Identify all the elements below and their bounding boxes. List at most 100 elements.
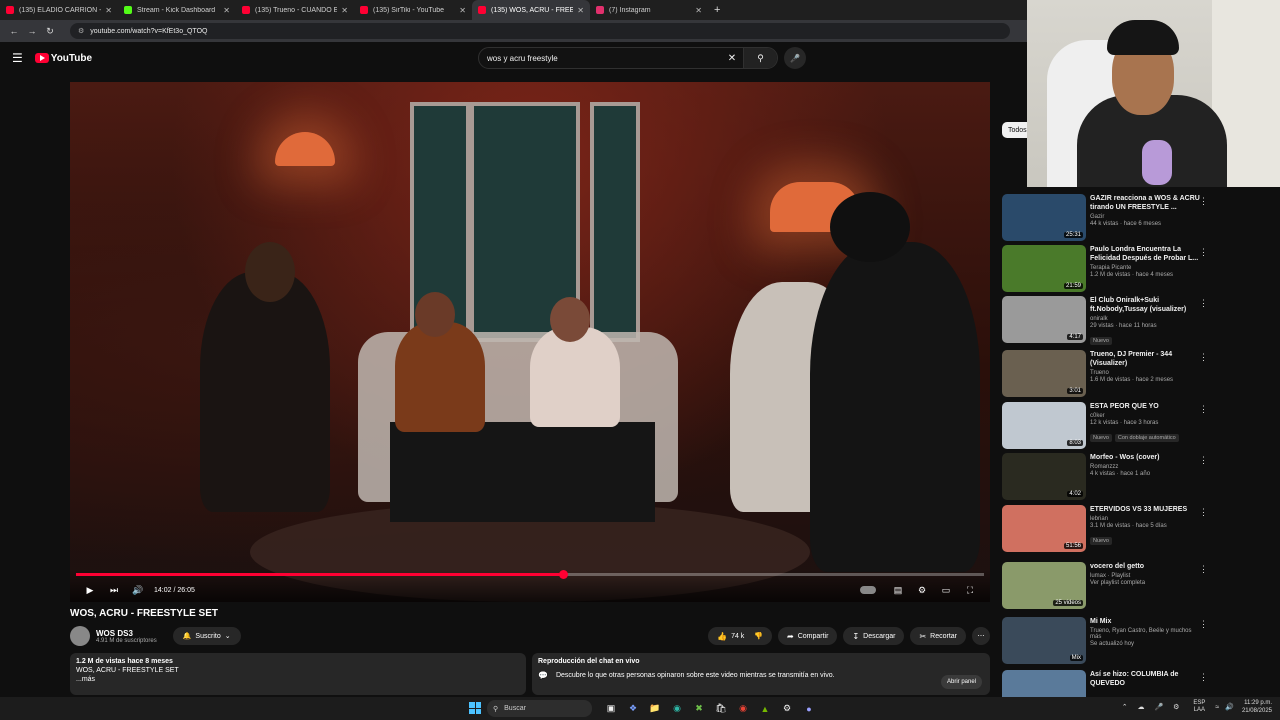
next-icon[interactable]: ⏭ (102, 585, 126, 596)
video-title[interactable]: Así se hizo: COLUMBIA de QUEVEDO (1090, 670, 1200, 688)
video-thumbnail[interactable]: 25:31 (1002, 194, 1086, 241)
more-options-icon[interactable]: ⋮ (1199, 352, 1208, 363)
recommended-video[interactable]: 4:02 Morfeo - Wos (cover) Romanzzz 4 k vist… (1002, 453, 1272, 503)
video-thumbnail[interactable]: 51:56 (1002, 505, 1086, 552)
video-channel[interactable]: Romanzzz (1090, 464, 1200, 470)
tab-close-icon[interactable]: ✕ (695, 6, 702, 15)
browser-tab[interactable]: (135) WOS, ACRU - FREESTYLE✕ (472, 0, 590, 20)
search-button[interactable]: ⚲ (743, 48, 777, 68)
video-channel[interactable]: c0ker (1090, 413, 1200, 419)
video-thumbnail[interactable]: 3:01 (1002, 350, 1086, 397)
edge-icon[interactable]: ◉ (666, 700, 688, 717)
more-options-icon[interactable]: ⋮ (1199, 507, 1208, 518)
search-input[interactable]: wos y acru freestyle (487, 54, 721, 63)
video-title[interactable]: GAZIR reacciona a WOS & ACRU tirando UN … (1090, 194, 1200, 212)
video-title[interactable]: Morfeo - Wos (cover) (1090, 453, 1200, 462)
recommended-video[interactable]: 3:01 Trueno, DJ Premier - 344 (Visualizer… (1002, 350, 1272, 400)
browser-tab[interactable]: (7) Instagram ✕ (590, 0, 708, 20)
wifi-icon[interactable]: ≈ (1215, 704, 1219, 711)
video-title[interactable]: vocero del getto (1090, 562, 1200, 571)
forward-icon[interactable]: → (24, 26, 40, 36)
more-actions-button[interactable]: ⋯ (972, 627, 990, 645)
theater-mode-icon[interactable]: ▭ (934, 585, 958, 596)
task-view-icon[interactable]: ▣ (600, 700, 622, 717)
more-options-icon[interactable]: ⋮ (1199, 672, 1208, 683)
browser-tab[interactable]: (135) ELADIO CARRIÓN - RICK✕ (0, 0, 118, 20)
like-button[interactable]: 👍 74 k 👎 (708, 627, 773, 645)
tab-close-icon[interactable]: ✕ (223, 6, 230, 15)
tab-close-icon[interactable]: ✕ (459, 6, 466, 15)
channel-avatar[interactable] (70, 626, 90, 646)
settings-icon[interactable]: ⚙ (776, 700, 798, 717)
browser-tab[interactable]: Stream - Kick Dashboard ✕ (118, 0, 236, 20)
video-title[interactable]: El Club Oniralk+Suki ft.Nobody,Tussay (v… (1090, 296, 1200, 314)
input-language[interactable]: ESP LAA (1193, 700, 1205, 714)
browser-tab[interactable]: (135) Trueno - CUANDO EL BA✕ (236, 0, 354, 20)
xbox-icon[interactable]: ✖ (688, 700, 710, 717)
video-thumbnail[interactable]: 4:17 (1002, 296, 1086, 343)
video-thumbnail[interactable]: 21:59 (1002, 245, 1086, 292)
share-button[interactable]: ➦ Compartir (778, 627, 838, 645)
show-more-link[interactable]: ...más (76, 676, 520, 683)
video-thumbnail[interactable] (1002, 670, 1086, 697)
new-tab-icon[interactable]: + (714, 4, 720, 16)
progress-bar[interactable] (76, 570, 984, 579)
video-channel[interactable]: Gazir (1090, 214, 1200, 220)
settings-icon[interactable]: ⚙ (910, 585, 934, 596)
speaker-icon[interactable]: 🔊 (1225, 703, 1234, 711)
dislike-icon[interactable]: 👎 (754, 632, 763, 640)
video-player[interactable]: ▶ ⏭ 🔊 14:02 / 26:05 ▤ ⚙ ▭ ⛶ (70, 82, 990, 602)
recommended-video[interactable]: 25 videos vocero del getto lumax · Playlis… (1002, 562, 1272, 612)
clip-button[interactable]: ✂ Recortar (910, 627, 966, 645)
voice-search-button[interactable]: 🎤 (784, 47, 806, 69)
subtitles-icon[interactable]: ▤ (886, 585, 910, 596)
video-channel[interactable]: Terapia Picante (1090, 265, 1200, 271)
obs-icon[interactable]: ● (798, 700, 820, 717)
back-icon[interactable]: ← (6, 26, 22, 36)
recommended-video[interactable]: Así se hizo: COLUMBIA de QUEVEDO ⋮ (1002, 670, 1272, 697)
subscribed-button[interactable]: 🔔 Suscrito ⌄ (172, 627, 241, 645)
recommended-video[interactable]: 25:31 GAZIR reacciona a WOS & ACRU tirand… (1002, 194, 1272, 244)
recommended-video[interactable]: 51:56 ETERVIDOS VS 33 MUJERES lebrian 3.1 M… (1002, 505, 1272, 555)
video-channel[interactable]: lebrian (1090, 516, 1200, 522)
url-field[interactable]: ⚙ youtube.com/watch?v=KfEt3o_QTOQ (70, 23, 1010, 39)
video-channel[interactable]: Trueno, Ryan Castro, Beéle y muchos más (1090, 628, 1200, 640)
video-channel[interactable]: oniralk (1090, 316, 1200, 322)
more-options-icon[interactable]: ⋮ (1199, 247, 1208, 258)
play-icon[interactable]: ▶ (78, 585, 102, 596)
site-info-icon[interactable]: ⚙ (78, 27, 84, 35)
fullscreen-icon[interactable]: ⛶ (958, 585, 982, 596)
video-title[interactable]: ETERVIDOS VS 33 MUJERES (1090, 505, 1200, 514)
video-thumbnail[interactable]: Mix (1002, 617, 1086, 664)
recommended-video[interactable]: 4:17 El Club Oniralk+Suki ft.Nobody,Tussa… (1002, 296, 1272, 346)
video-thumbnail[interactable]: 4:02 (1002, 453, 1086, 500)
clear-search-icon[interactable]: ✕ (721, 53, 743, 64)
video-title[interactable]: Trueno, DJ Premier - 344 (Visualizer) (1090, 350, 1200, 368)
store-icon[interactable]: 🛍 (710, 700, 732, 717)
more-options-icon[interactable]: ⋮ (1199, 196, 1208, 207)
video-thumbnail[interactable]: 25 videos (1002, 562, 1086, 609)
video-title[interactable]: Mi Mix (1090, 617, 1200, 626)
tab-close-icon[interactable]: ✕ (105, 6, 112, 15)
clock[interactable]: 11:29 p.m. 21/08/2025 (1242, 699, 1272, 715)
description-box[interactable]: 1.2 M de vistas hace 8 meses WOS, ACRU -… (70, 653, 526, 695)
nvidia-icon[interactable]: ▲ (754, 700, 776, 717)
recommended-video[interactable]: 8:03 ESTA PEOR QUE YO c0ker 12 k vistas · h… (1002, 402, 1272, 452)
video-title[interactable]: Paulo Londra Encuentra La Felicidad Desp… (1090, 245, 1200, 263)
volume-icon[interactable]: 🔊 (126, 585, 150, 596)
tab-close-icon[interactable]: ✕ (341, 6, 348, 15)
video-thumbnail[interactable]: 8:03 (1002, 402, 1086, 449)
more-options-icon[interactable]: ⋮ (1199, 619, 1208, 630)
menu-icon[interactable]: ☰ (12, 51, 23, 65)
windows-start-icon[interactable] (469, 702, 481, 714)
more-options-icon[interactable]: ⋮ (1199, 404, 1208, 415)
autoplay-toggle[interactable] (860, 586, 876, 594)
more-options-icon[interactable]: ⋮ (1199, 564, 1208, 575)
progress-scrubber[interactable] (558, 570, 568, 579)
reload-icon[interactable]: ↻ (42, 26, 58, 37)
search-box[interactable]: wos y acru freestyle ✕ ⚲ (478, 47, 778, 69)
youtube-logo[interactable]: YouTube (34, 53, 92, 64)
video-channel[interactable]: lumax · Playlist (1090, 573, 1200, 579)
file-explorer-icon[interactable]: 📁 (644, 700, 666, 717)
video-channel[interactable]: Trueno (1090, 370, 1200, 376)
